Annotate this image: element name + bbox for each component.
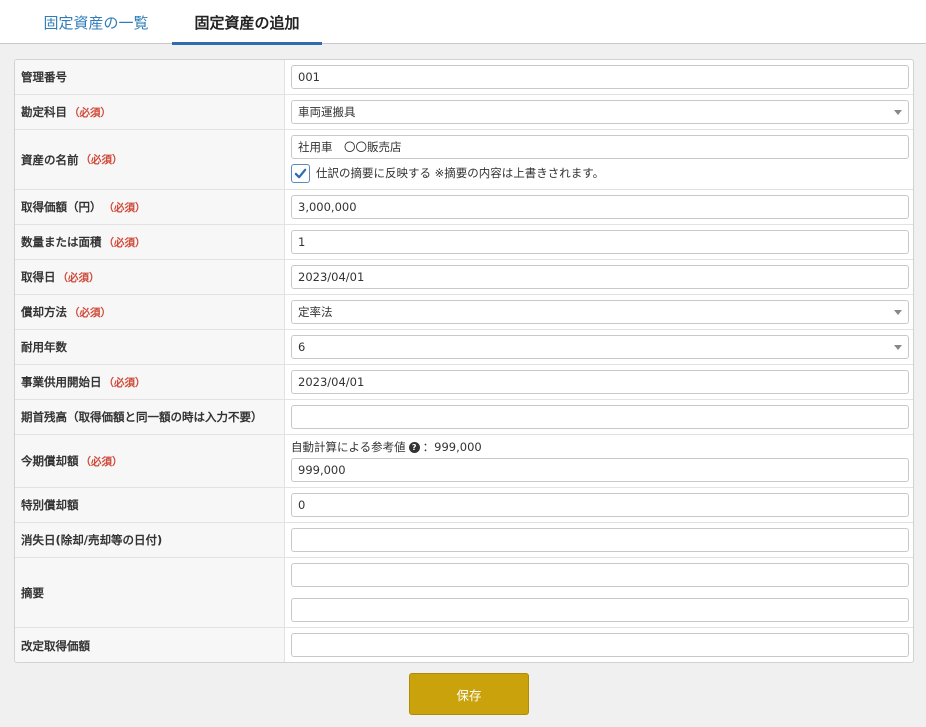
row-summary: 摘要 <box>15 558 913 628</box>
required-mark: （必須） <box>57 271 100 284</box>
row-management-number: 管理番号 001 <box>15 60 913 95</box>
label-asset-name: 資産の名前 （必須） <box>15 130 285 189</box>
row-acquisition-price: 取得価額（円） （必須） 3,000,000 <box>15 190 913 225</box>
useful-life-select[interactable]: 6 <box>291 335 909 359</box>
required-mark: （必須） <box>69 106 111 119</box>
special-depreciation-input[interactable]: 0 <box>291 493 909 517</box>
reflect-summary-label: 仕訳の摘要に反映する ※摘要の内容は上書きされます。 <box>316 166 605 180</box>
label-disposal-date: 消失日(除却/売却等の日付) <box>15 523 285 557</box>
required-mark: （必須） <box>103 376 146 389</box>
row-depreciation-method: 償却方法 （必須） 定率法 <box>15 295 913 330</box>
label-service-start-date: 事業供用開始日 （必須） <box>15 365 285 399</box>
label-depreciation-method: 償却方法 （必須） <box>15 295 285 329</box>
reflect-summary-option: 仕訳の摘要に反映する ※摘要の内容は上書きされます。 <box>291 163 604 183</box>
tab-asset-add[interactable]: 固定資産の追加 <box>172 0 322 45</box>
service-start-date-input[interactable]: 2023/04/01 <box>291 370 909 394</box>
revised-acquisition-price-input[interactable] <box>291 633 909 657</box>
question-circle-icon[interactable]: ? <box>408 441 420 453</box>
asset-form: 管理番号 001 勘定科目 （必須） 車両運搬具 資産の名前 （必須） 社用車 〇〇… <box>14 59 914 663</box>
chevron-down-icon <box>894 345 902 350</box>
reflect-summary-checkbox[interactable] <box>291 163 310 183</box>
label-acquisition-date: 取得日 （必須） <box>15 260 285 294</box>
chevron-down-icon <box>894 110 902 115</box>
row-special-depreciation: 特別償却額 0 <box>15 488 913 523</box>
chevron-down-icon <box>894 310 902 315</box>
quantity-input[interactable]: 1 <box>291 230 909 254</box>
row-revised-acquisition-price: 改定取得価額 <box>15 628 913 662</box>
acquisition-date-input[interactable]: 2023/04/01 <box>291 265 909 289</box>
required-mark: （必須） <box>69 306 111 319</box>
asset-name-input[interactable]: 社用車 〇〇販売店 <box>291 135 909 159</box>
row-quantity: 数量または面積 （必須） 1 <box>15 225 913 260</box>
row-service-start-date: 事業供用開始日 （必須） 2023/04/01 <box>15 365 913 400</box>
required-mark: （必須） <box>80 154 123 166</box>
current-depreciation-input[interactable]: 999,000 <box>291 458 909 482</box>
required-mark: （必須） <box>80 455 123 468</box>
summary-input-1[interactable] <box>291 563 909 587</box>
label-opening-balance: 期首残高（取得価額と同一額の時は入力不要） <box>15 400 285 434</box>
tab-asset-list[interactable]: 固定資産の一覧 <box>22 0 170 44</box>
row-asset-name: 資産の名前 （必須） 社用車 〇〇販売店 仕訳の摘要に反映する ※摘要の内容は上書… <box>15 130 913 190</box>
label-management-number: 管理番号 <box>15 60 285 94</box>
disposal-date-input[interactable] <box>291 528 909 552</box>
summary-input-2[interactable] <box>291 598 909 622</box>
row-opening-balance: 期首残高（取得価額と同一額の時は入力不要） <box>15 400 913 435</box>
required-mark: （必須） <box>103 236 146 249</box>
label-quantity: 数量または面積 （必須） <box>15 225 285 259</box>
row-disposal-date: 消失日(除却/売却等の日付) <box>15 523 913 558</box>
row-account-title: 勘定科目 （必須） 車両運搬具 <box>15 95 913 130</box>
label-acquisition-price: 取得価額（円） （必須） <box>15 190 285 224</box>
save-button[interactable]: 保存 <box>409 673 529 715</box>
acquisition-price-input[interactable]: 3,000,000 <box>291 195 909 219</box>
management-number-input[interactable]: 001 <box>291 65 909 89</box>
check-icon <box>294 168 307 178</box>
opening-balance-input[interactable] <box>291 405 909 429</box>
label-current-depreciation: 今期償却額 （必須） <box>15 435 285 487</box>
label-account-title: 勘定科目 （必須） <box>15 95 285 129</box>
auto-calc-hint: 自動計算による参考値 ? ：999,000 <box>291 440 482 454</box>
label-summary: 摘要 <box>15 558 285 627</box>
account-title-select[interactable]: 車両運搬具 <box>291 100 909 124</box>
label-revised-acquisition-price: 改定取得価額 <box>15 628 285 662</box>
depreciation-method-select[interactable]: 定率法 <box>291 300 909 324</box>
row-current-depreciation: 今期償却額 （必須） 自動計算による参考値 ? ：999,000 999,000 <box>15 435 913 488</box>
row-useful-life: 耐用年数 6 <box>15 330 913 365</box>
required-mark: （必須） <box>103 201 146 214</box>
row-acquisition-date: 取得日 （必須） 2023/04/01 <box>15 260 913 295</box>
label-special-depreciation: 特別償却額 <box>15 488 285 522</box>
tab-bar: 固定資産の一覧 固定資産の追加 <box>0 0 926 45</box>
label-useful-life: 耐用年数 <box>15 330 285 364</box>
